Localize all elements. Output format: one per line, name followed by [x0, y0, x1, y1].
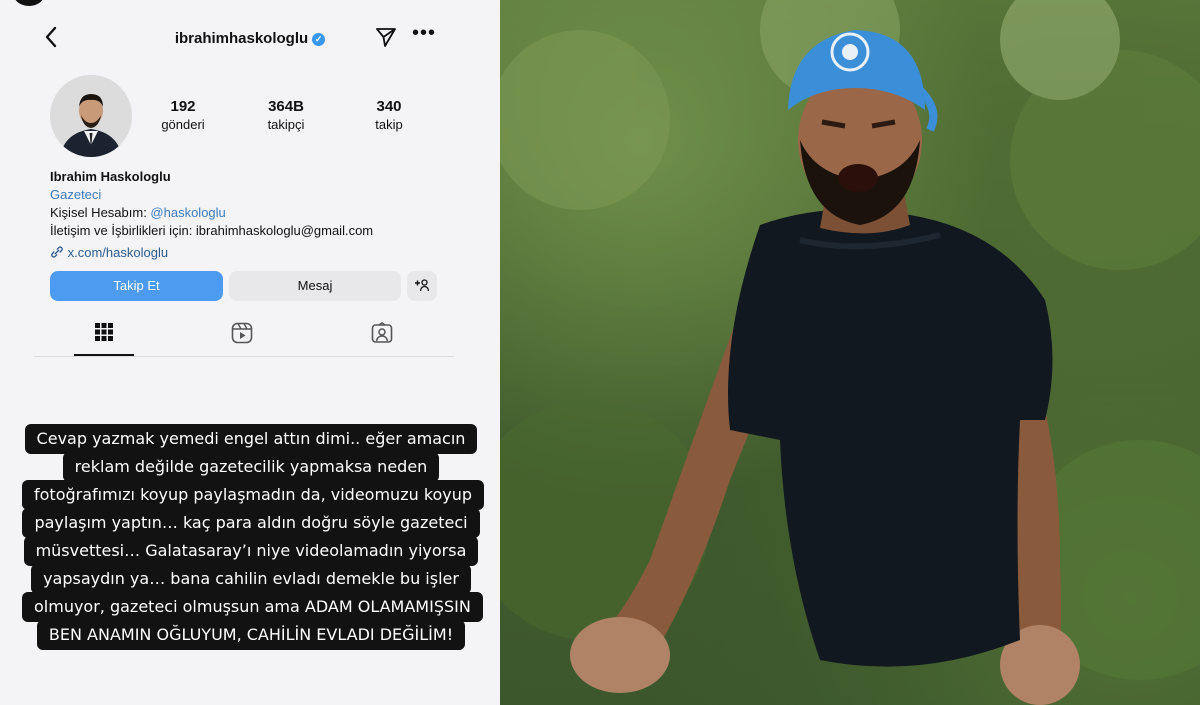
caption-line: fotoğrafımızı koyup paylaşmadın da, vide…	[22, 480, 485, 510]
add-person-button[interactable]	[407, 271, 437, 301]
caption-line: Cevap yazmak yemedi engel attın dimi.. e…	[24, 424, 478, 454]
caption-line-wrap: reklam değilde gazetecilik yapmaksa nede…	[22, 452, 480, 482]
stat-posts[interactable]: 192 gönderi	[143, 98, 223, 132]
link-icon	[50, 245, 64, 260]
stat-following-label: takip	[375, 117, 403, 132]
caption-line: reklam değilde gazetecilik yapmaksa nede…	[62, 452, 440, 482]
profile-username: ibrahimhaskologlu	[174, 30, 309, 47]
message-button[interactable]: Mesaj	[229, 271, 401, 301]
tagged-icon	[371, 321, 393, 348]
reels-icon	[231, 322, 253, 348]
caption-line: müsvettesi… Galatasaray’ı niye videolama…	[23, 536, 479, 566]
bio-external-link-text: x.com/haskologlu	[67, 245, 169, 260]
profile-bio: Ibrahim Haskologlu Gazeteci Kişisel Hesa…	[50, 168, 373, 262]
tab-tagged[interactable]	[352, 321, 412, 349]
bio-handle-link[interactable]: @haskologlu	[150, 205, 225, 220]
story-caption: Cevap yazmak yemedi engel attın dimi.. e…	[22, 424, 485, 650]
caption-line: BEN ANAMIN OĞLUYUM, CAHİLİN EVLADI DEĞİL…	[36, 620, 466, 650]
athlete-illustration	[500, 0, 1200, 705]
caption-line-wrap: fotoğrafımızı koyup paylaşmadın da, vide…	[22, 480, 485, 510]
profile-name: Ibrahim Haskologlu	[50, 169, 171, 184]
caption-line-wrap: BEN ANAMIN OĞLUYUM, CAHİLİN EVLADI DEĞİL…	[22, 620, 480, 650]
profile-category: Gazeteci	[50, 187, 102, 202]
caption-line: olmuyor, gazeteci olmuşsun ama ADAM OLAM…	[22, 592, 483, 622]
avatar[interactable]	[50, 75, 132, 157]
bio-personal-line: Kişisel Hesabım: @haskologlu	[50, 204, 373, 222]
send-icon[interactable]	[375, 26, 397, 53]
caption-line-wrap: müsvettesi… Galatasaray’ı niye videolama…	[22, 536, 480, 566]
bio-personal-prefix: Kişisel Hesabım:	[50, 205, 151, 220]
caption-line: paylaşım yaptın… kaç para aldın doğru sö…	[22, 508, 480, 538]
stat-following[interactable]: 340 takip	[349, 98, 429, 132]
grid-icon	[94, 323, 114, 346]
more-options-icon[interactable]: •••	[412, 22, 436, 45]
follow-button[interactable]: Takip Et	[50, 271, 223, 301]
profile-tabs	[34, 318, 454, 357]
stat-posts-label: gönderi	[161, 117, 205, 132]
add-person-icon	[414, 279, 430, 293]
stat-followers-value: 364B	[268, 98, 304, 115]
athlete-photo	[500, 0, 1200, 705]
caption-line-wrap: olmuyor, gazeteci olmuşsun ama ADAM OLAM…	[22, 592, 483, 622]
bio-contact: İletişim ve İşbirlikleri için: ibrahimha…	[50, 223, 374, 238]
caption-line-wrap: yapsaydın ya… bana cahilin evladı demekl…	[22, 564, 480, 594]
caption-line-wrap: paylaşım yaptın… kaç para aldın doğru sö…	[22, 508, 480, 538]
tab-grid[interactable]	[74, 322, 134, 356]
stat-posts-value: 192	[170, 98, 196, 115]
stat-followers-label: takipçi	[267, 117, 305, 132]
verified-badge-icon: ✓	[312, 32, 326, 46]
profile-header: ibrahimhaskologlu ✓ •••	[0, 22, 500, 56]
bio-external-link[interactable]: x.com/haskologlu	[50, 244, 373, 262]
avatar-photo	[50, 75, 132, 157]
status-dot	[14, 0, 44, 6]
stat-followers[interactable]: 364B takipçi	[246, 98, 326, 132]
instagram-screenshot-panel: ibrahimhaskologlu ✓ ••• 192 gönderi 364B …	[0, 0, 500, 705]
caption-line-wrap: Cevap yazmak yemedi engel attın dimi.. e…	[22, 424, 480, 454]
caption-line: yapsaydın ya… bana cahilin evladı demekl…	[31, 564, 471, 594]
tab-reels[interactable]	[212, 322, 272, 349]
stat-following-value: 340	[376, 98, 402, 115]
